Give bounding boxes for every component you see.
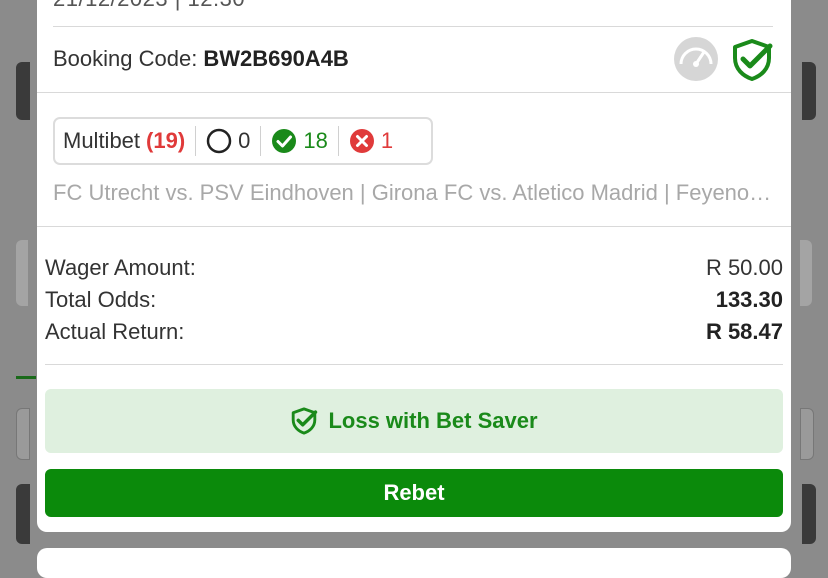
- backdrop-block: [16, 484, 30, 544]
- bet-detail-card: 21/12/2023 | 12:30 Booking Code:BW2B690A…: [37, 0, 791, 532]
- divider: [37, 226, 791, 227]
- booking-code-value[interactable]: BW2B690A4B: [203, 46, 349, 71]
- match-list: FC Utrecht vs. PSV Eindhoven | Girona FC…: [53, 180, 773, 205]
- won-stat: 18: [271, 128, 328, 154]
- backdrop-block: [802, 484, 816, 544]
- open-count: 0: [238, 128, 251, 153]
- backdrop-block: [16, 240, 28, 306]
- odds-value: 133.30: [715, 287, 783, 312]
- bet-datetime: 21/12/2023 | 12:30: [53, 0, 245, 12]
- separator: [260, 126, 262, 156]
- divider: [45, 364, 783, 365]
- backdrop-block: [800, 408, 814, 460]
- divider: [53, 26, 773, 27]
- separator: [337, 126, 339, 156]
- won-count: 18: [303, 128, 328, 153]
- backdrop-block: [802, 62, 816, 120]
- wager-label: Wager Amount:: [45, 255, 196, 280]
- open-stat: 0: [206, 128, 250, 154]
- lost-stat: 1: [349, 128, 393, 154]
- x-circle-icon: [349, 129, 374, 153]
- backdrop-block: [800, 240, 812, 306]
- bet-type-label: Multibet: [63, 128, 141, 153]
- booking-code-label: Booking Code:: [53, 46, 198, 71]
- circle-open-icon: [206, 128, 232, 154]
- wager-row: Wager Amount: R 50.00: [45, 255, 783, 281]
- booking-code-row: Booking Code: BW2B690A4B: [53, 46, 349, 72]
- return-value: R 58.47: [705, 319, 783, 344]
- status-text: Loss with Bet Saver: [328, 408, 538, 433]
- rebet-button[interactable]: Rebet: [45, 469, 783, 517]
- backdrop-tab-underline: [16, 376, 36, 379]
- speedometer-icon[interactable]: [673, 36, 719, 82]
- shield-check-icon: [292, 407, 318, 435]
- separator: [195, 126, 197, 156]
- next-card[interactable]: [37, 548, 791, 578]
- bet-status-banner: Loss with Bet Saver: [45, 389, 783, 453]
- lost-count: 1: [380, 128, 394, 153]
- odds-label: Total Odds:: [45, 287, 157, 312]
- shield-check-icon: [733, 39, 773, 81]
- wager-value: R 50.00: [705, 255, 783, 280]
- return-row: Actual Return: R 58.47: [45, 319, 783, 345]
- divider: [37, 92, 791, 93]
- check-circle-icon: [272, 129, 297, 153]
- bet-outcome-panel: Multibet (19) 0 18 1: [53, 117, 433, 165]
- backdrop-block: [16, 62, 30, 120]
- return-label: Actual Return:: [45, 319, 185, 344]
- backdrop-block: [16, 408, 30, 460]
- selections-count: (19): [146, 128, 186, 153]
- odds-row: Total Odds: 133.30: [45, 287, 783, 313]
